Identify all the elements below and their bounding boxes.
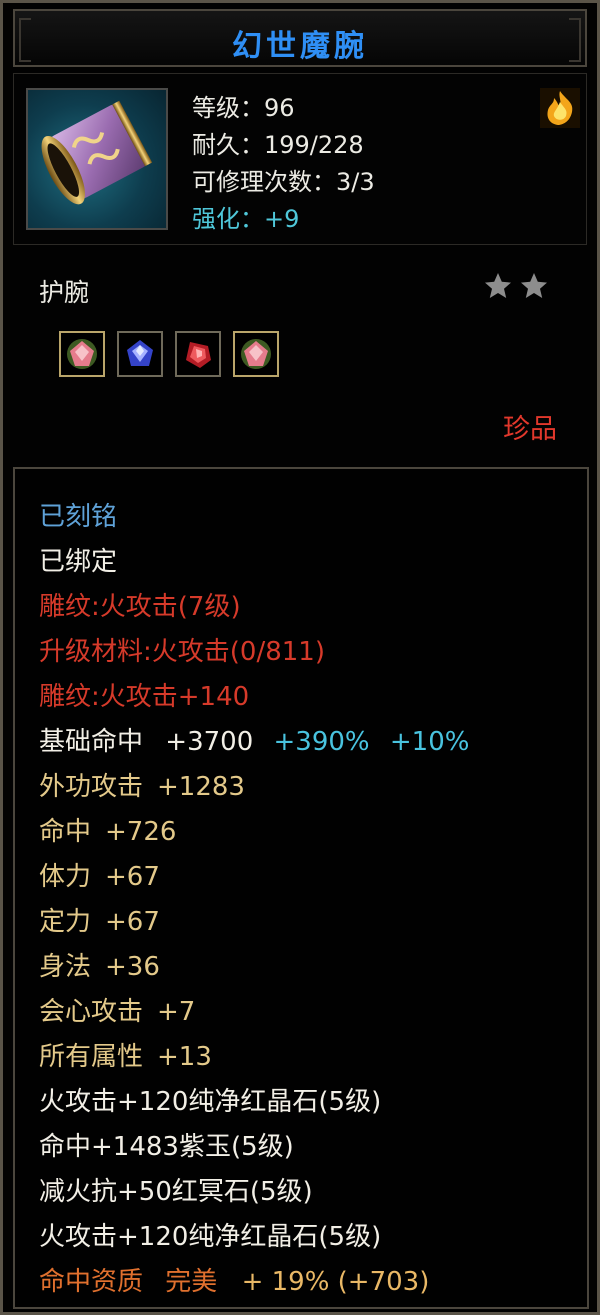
gem-socket-4[interactable] — [233, 331, 279, 377]
stat-label: 体力 — [39, 862, 92, 892]
stat-value: +67 — [105, 862, 160, 892]
item-type: 护腕 — [39, 278, 90, 307]
title-bar: 幻世魔腕 — [13, 9, 587, 67]
pink-gem-icon — [67, 339, 97, 369]
gem-socket-1[interactable] — [59, 331, 105, 377]
quality-row: 命中资质 完美 + 19% (+703) — [39, 1260, 469, 1305]
gem-socket-2[interactable] — [117, 331, 163, 377]
stat-value: +13 — [157, 1042, 212, 1072]
stat-label: 所有属性 — [39, 1042, 144, 1072]
item-name: 幻世魔腕 — [232, 29, 368, 64]
upgrade-material: 升级材料:火攻击(0/811) — [39, 637, 325, 667]
quality-label: 命中资质 — [39, 1267, 144, 1297]
wrist-guard-icon — [41, 100, 153, 205]
star-icon — [485, 273, 511, 298]
stat-row: 命中 +726 — [39, 810, 469, 855]
stat-row: 体力 +67 — [39, 855, 469, 900]
stat-value: +1283 — [157, 772, 245, 802]
pink-gem-icon — [241, 339, 271, 369]
item-star-rating — [483, 271, 549, 301]
item-enhance: 强化：+9 — [192, 205, 300, 233]
flame-badge-icon — [540, 88, 580, 128]
bound-status: 已绑定 — [39, 547, 118, 577]
gem-effect-1: 火攻击+120纯净红晶石(5级) — [39, 1087, 382, 1117]
stat-value: +67 — [105, 907, 160, 937]
stat-row: 所有属性 +13 — [39, 1035, 469, 1080]
gem-socket-3[interactable] — [175, 331, 221, 377]
gem-effect-3: 减火抗+50红冥石(5级) — [39, 1177, 313, 1207]
item-tooltip: 幻世魔腕 等级：96 耐久：199/228 可修理次数：3/3 强化：+9 护腕… — [0, 0, 600, 1315]
item-rarity: 珍品 — [503, 414, 557, 445]
item-level: 等级：96 — [192, 94, 295, 122]
red-gem-icon — [186, 342, 211, 368]
item-basic-stats: 等级：96 耐久：199/228 可修理次数：3/3 强化：+9 — [192, 90, 375, 238]
blue-gem-icon — [127, 340, 153, 366]
stat-value: +3700 — [165, 727, 254, 757]
stat-value: +726 — [105, 817, 177, 847]
quality-value: + 19% (+703) — [241, 1267, 430, 1297]
item-repair-count: 可修理次数：3/3 — [192, 168, 375, 196]
item-header: 等级：96 耐久：199/228 可修理次数：3/3 强化：+9 — [13, 73, 587, 245]
stat-bonus-pct: +390% — [273, 727, 370, 757]
stat-row: 外功攻击 +1283 — [39, 765, 469, 810]
stat-row: 会心攻击 +7 — [39, 990, 469, 1035]
stat-row: 定力 +67 — [39, 900, 469, 945]
item-icon-slot — [26, 88, 168, 230]
carve-line: 雕纹:火攻击(7级) — [39, 592, 241, 622]
quality-grade: 完美 — [165, 1267, 218, 1297]
stat-label: 基础命中 — [39, 727, 144, 757]
gem-effect-2: 命中+1483紫玉(5级) — [39, 1132, 294, 1162]
stat-label: 会心攻击 — [39, 997, 144, 1027]
gem-effect-4: 火攻击+120纯净红晶石(5级) — [39, 1222, 382, 1252]
stat-value: +36 — [105, 952, 160, 982]
star-icon — [521, 273, 547, 298]
engraved-status: 已刻铭 — [39, 502, 118, 532]
item-summary: 护腕 珍品 — [13, 251, 587, 461]
stat-label: 命中 — [39, 817, 92, 847]
stat-row: 身法 +36 — [39, 945, 469, 990]
item-properties: 已刻铭 已绑定 雕纹:火攻击(7级) 升级材料:火攻击(0/811) 雕纹:火攻… — [13, 467, 589, 1309]
stat-label: 外功攻击 — [39, 772, 144, 802]
gem-sockets — [59, 331, 279, 377]
stat-label: 定力 — [39, 907, 92, 937]
stat-value: +7 — [157, 997, 196, 1027]
item-durability: 耐久：199/228 — [192, 131, 364, 159]
stat-label: 身法 — [39, 952, 92, 982]
stat-bonus-pct: +10% — [389, 727, 470, 757]
carve-bonus: 雕纹:火攻击+140 — [39, 682, 250, 712]
base-hit-row: 基础命中 +3700 +390% +10% — [39, 720, 469, 765]
